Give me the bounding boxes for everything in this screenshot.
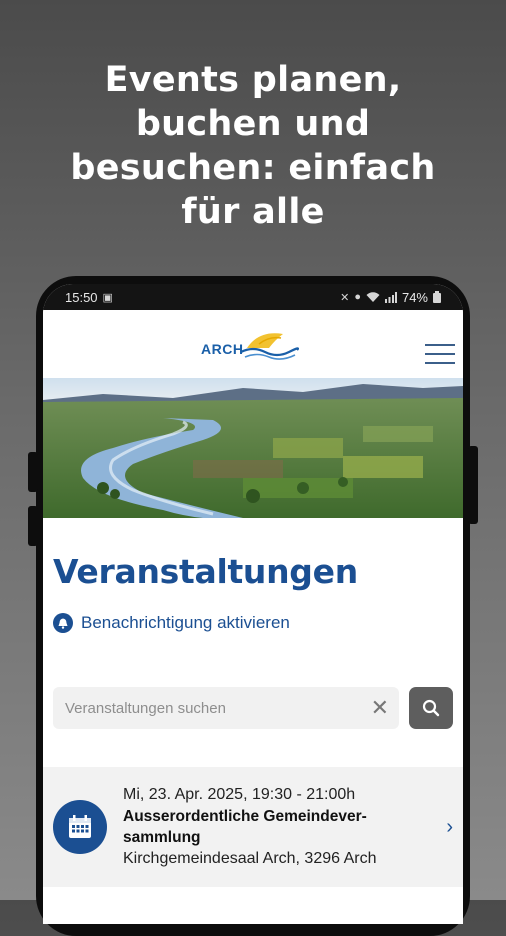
promo-line: besuchen: einfach: [70, 148, 436, 188]
search-box: ✕: [53, 687, 399, 729]
battery-percent: 74%: [401, 289, 428, 305]
promo-line: Events planen,: [104, 60, 402, 100]
search-input[interactable]: [63, 698, 371, 718]
chevron-right-icon: ›: [446, 815, 453, 838]
hero-landscape-image: [43, 378, 463, 518]
promo-line: buchen und: [135, 104, 371, 144]
phone-power-button: [468, 446, 478, 524]
calendar-icon: [53, 800, 107, 854]
event-date: Mi, 23. Apr. 2025, 19:30 - 21:00h: [123, 786, 356, 803]
landscape-illustration: [43, 378, 463, 518]
search-icon: [422, 699, 440, 717]
event-title-line: Ausserordentliche Gemeindever-: [123, 808, 367, 825]
menu-line: [425, 362, 455, 364]
location-icon: ●: [354, 291, 361, 303]
enable-notifications-link[interactable]: Benachrichtigung aktivieren: [53, 613, 453, 633]
arch-logo[interactable]: ARCH: [201, 333, 300, 360]
mute-icon: ✕: [340, 291, 350, 304]
search-button[interactable]: [409, 687, 453, 729]
event-details: Mi, 23. Apr. 2025, 19:30 - 21:00h Ausser…: [123, 786, 440, 868]
notify-label: Benachrichtigung aktivieren: [81, 613, 290, 632]
menu-line: [425, 353, 455, 355]
event-location: Kirchgemeindesaal Arch, 3296 Arch: [123, 850, 377, 867]
app-header: ARCH: [43, 310, 463, 378]
page-title: Veranstaltungen: [53, 552, 358, 591]
wifi-icon: [366, 291, 380, 302]
battery-icon: [433, 291, 441, 303]
menu-line: [425, 344, 455, 346]
promo-headline: Events planen, buchen und besuchen: einf…: [0, 58, 506, 234]
screenshot-icon: ▣: [102, 291, 113, 304]
signal-icon: [384, 291, 397, 303]
phone-volume-button: [28, 506, 38, 546]
event-list-item[interactable]: Mi, 23. Apr. 2025, 19:30 - 21:00h Ausser…: [43, 767, 463, 887]
status-time: 15:50: [65, 289, 98, 305]
logo-wave-icon: [240, 333, 300, 360]
phone-screen: 15:50 ▣ ✕ ● 74% ARCH Veranstaltungen Ben…: [43, 284, 463, 924]
event-title-line: sammlung: [123, 829, 201, 846]
bell-icon: [53, 613, 73, 633]
promo-line: für alle: [181, 192, 325, 232]
phone-volume-button: [28, 452, 38, 492]
event-title: Ausserordentliche Gemeindever- sammlung: [123, 806, 440, 848]
status-bar: 15:50 ▣ ✕ ● 74%: [43, 284, 463, 310]
clear-search-icon[interactable]: ✕: [371, 697, 389, 719]
hamburger-menu-button[interactable]: [425, 344, 455, 366]
logo-text: ARCH: [201, 341, 244, 357]
search-row: ✕: [53, 687, 453, 729]
